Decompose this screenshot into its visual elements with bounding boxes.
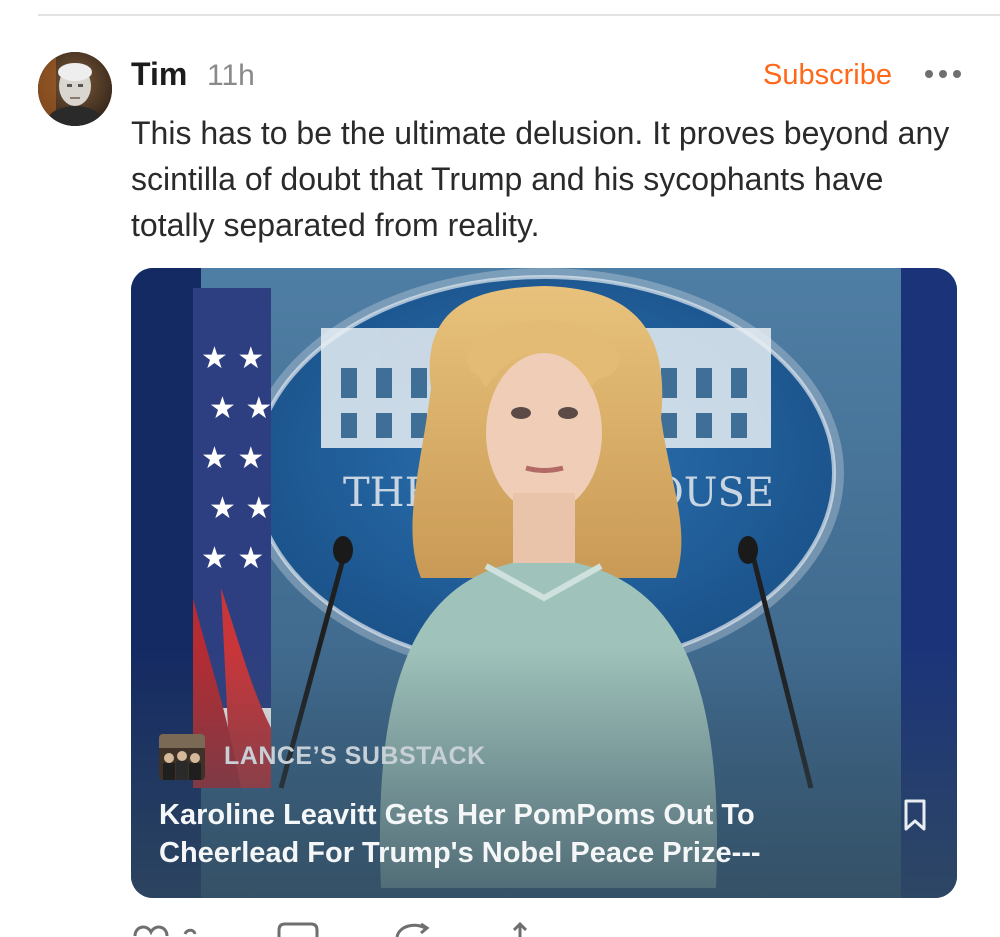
linked-post-card[interactable]: THE OUSE ★ ★ ★ ★ ★ ★ ★ ★ ★ ★ LANCE’S SUB… [131, 268, 957, 898]
subscribe-button[interactable]: Subscribe [763, 59, 892, 92]
author-name[interactable]: Tim [131, 56, 187, 93]
publication-name[interactable]: LANCE’S SUBSTACK [224, 742, 486, 771]
svg-text:★ ★: ★ ★ [209, 391, 272, 426]
post-body: This has to be the ultimate delusion. It… [131, 115, 950, 243]
publication-icon[interactable] [159, 734, 205, 780]
post-actions [131, 920, 551, 937]
share-icon[interactable] [505, 920, 535, 937]
post-timestamp: 11h [207, 59, 255, 92]
restack-icon[interactable] [389, 920, 439, 937]
svg-text:★ ★: ★ ★ [201, 341, 264, 376]
comment-icon[interactable] [273, 920, 323, 937]
linked-post-title[interactable]: Karoline Leavitt Gets Her PomPoms Out To… [159, 796, 879, 872]
author-avatar[interactable] [38, 52, 112, 126]
svg-text:★ ★: ★ ★ [201, 541, 264, 576]
more-horizontal-icon[interactable] [924, 64, 962, 84]
bookmark-icon[interactable] [903, 798, 927, 832]
svg-text:★ ★: ★ ★ [209, 491, 272, 526]
top-divider [38, 14, 1000, 16]
heart-icon[interactable] [131, 920, 201, 937]
svg-text:★ ★: ★ ★ [201, 441, 264, 476]
